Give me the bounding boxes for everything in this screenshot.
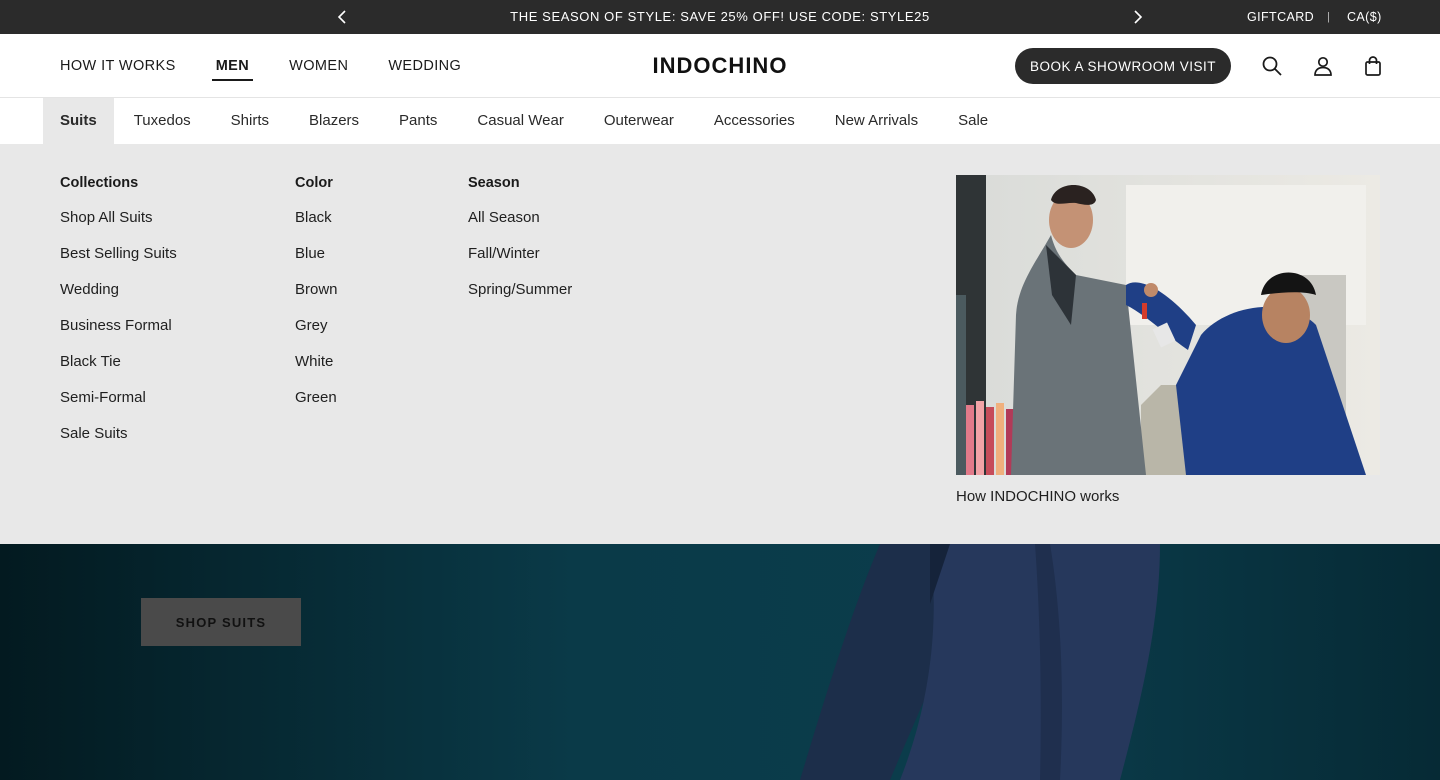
menu-link[interactable]: Fall/Winter xyxy=(468,244,572,280)
menu-link[interactable]: Spring/Summer xyxy=(468,280,572,316)
site-header: HOW IT WORKS MEN WOMEN WEDDING INDOCHINO… xyxy=(0,34,1440,98)
color-heading: Color xyxy=(295,175,333,191)
season-column: Season All Season Fall/Winter Spring/Sum… xyxy=(468,174,572,316)
nav-women[interactable]: WOMEN xyxy=(289,58,348,74)
hero-model-image xyxy=(800,544,1160,780)
promo-message: THE SEASON OF STYLE: SAVE 25% OFF! USE C… xyxy=(510,9,930,24)
collections-heading: Collections xyxy=(60,175,139,191)
giftcard-link[interactable]: GIFTCARD xyxy=(1247,0,1314,34)
primary-nav: HOW IT WORKS MEN WOMEN WEDDING xyxy=(60,34,501,98)
menu-link[interactable]: Business Formal xyxy=(60,316,177,352)
category-sale[interactable]: Sale xyxy=(938,98,1008,144)
announcement-bar: THE SEASON OF STYLE: SAVE 25% OFF! USE C… xyxy=(0,0,1440,34)
chevron-right-icon[interactable] xyxy=(1129,9,1145,25)
menu-link[interactable]: Best Selling Suits xyxy=(60,244,177,280)
menu-link[interactable]: Brown xyxy=(295,280,338,316)
category-bar: Suits Tuxedos Shirts Blazers Pants Casua… xyxy=(0,98,1440,144)
nav-wedding[interactable]: WEDDING xyxy=(388,58,461,74)
menu-link[interactable]: Grey xyxy=(295,316,338,352)
shop-suits-button[interactable]: SHOP SUITS xyxy=(141,598,301,646)
color-column: Color Black Blue Brown Grey White Green xyxy=(295,174,338,424)
currency-selector[interactable]: CA($) xyxy=(1347,0,1382,34)
utility-separator: | xyxy=(1327,11,1331,23)
site-logo[interactable]: INDOCHINO xyxy=(653,53,788,78)
mega-menu: Collections Shop All Suits Best Selling … xyxy=(0,144,1440,544)
menu-link[interactable]: Semi-Formal xyxy=(60,388,177,424)
menu-link[interactable]: Green xyxy=(295,388,338,424)
nav-men[interactable]: MEN xyxy=(211,58,254,81)
category-blazers[interactable]: Blazers xyxy=(289,98,379,144)
nav-how-it-works[interactable]: HOW IT WORKS xyxy=(60,58,176,74)
category-casual-wear[interactable]: Casual Wear xyxy=(457,98,583,144)
menu-link[interactable]: Wedding xyxy=(60,280,177,316)
category-shirts[interactable]: Shirts xyxy=(211,98,289,144)
menu-link[interactable]: Black xyxy=(295,208,338,244)
search-icon[interactable] xyxy=(1261,55,1283,77)
category-new-arrivals[interactable]: New Arrivals xyxy=(815,98,938,144)
category-outerwear[interactable]: Outerwear xyxy=(584,98,694,144)
season-heading: Season xyxy=(468,175,520,191)
menu-link[interactable]: All Season xyxy=(468,208,572,244)
menu-link[interactable]: Shop All Suits xyxy=(60,208,177,244)
feature-image[interactable] xyxy=(956,175,1380,475)
menu-link[interactable]: Black Tie xyxy=(60,352,177,388)
account-icon[interactable] xyxy=(1312,55,1334,77)
menu-link[interactable]: Blue xyxy=(295,244,338,280)
feature-promo[interactable]: How INDOCHINO works xyxy=(956,175,1380,505)
menu-link[interactable]: Sale Suits xyxy=(60,424,177,460)
hero-banner: SHOP SUITS xyxy=(0,544,1440,780)
feature-caption[interactable]: How INDOCHINO works xyxy=(956,488,1380,505)
menu-link[interactable]: White xyxy=(295,352,338,388)
category-accessories[interactable]: Accessories xyxy=(694,98,815,144)
category-pants[interactable]: Pants xyxy=(379,98,457,144)
book-showroom-button[interactable]: BOOK A SHOWROOM VISIT xyxy=(1015,48,1231,84)
shopping-bag-icon[interactable] xyxy=(1362,55,1384,77)
collections-column: Collections Shop All Suits Best Selling … xyxy=(60,174,177,460)
category-suits[interactable]: Suits xyxy=(43,98,114,144)
category-tuxedos[interactable]: Tuxedos xyxy=(114,98,211,144)
